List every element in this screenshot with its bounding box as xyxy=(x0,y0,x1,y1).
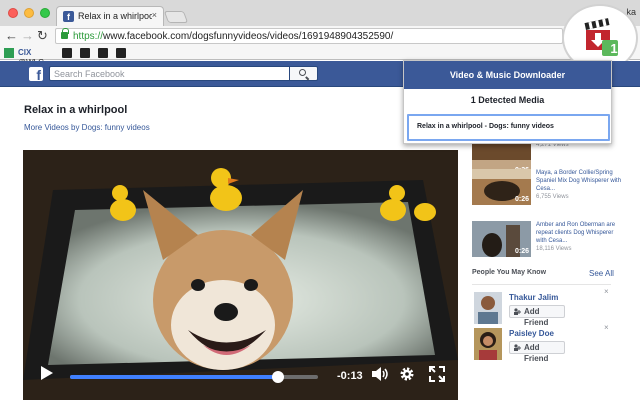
lock-icon xyxy=(61,28,69,39)
dismiss-icon[interactable]: × xyxy=(604,323,609,332)
browser-tabstrip: f Relax in a whirlpool - Dogs × ka xyxy=(0,0,640,26)
downloader-popup: Video & Music Downloader 1 Detected Medi… xyxy=(403,60,612,144)
video-duration: 0:26 xyxy=(514,248,529,255)
bookmark-icon[interactable] xyxy=(80,48,90,58)
add-friend-icon xyxy=(514,308,521,315)
search-icon xyxy=(299,69,306,76)
forward-arrow-icon[interactable]: → xyxy=(21,29,34,43)
gear-icon[interactable] xyxy=(399,366,415,382)
play-icon[interactable] xyxy=(41,366,53,380)
person-suggestion: Paisley Doe Add Friend × xyxy=(474,323,614,363)
person-name[interactable]: Thakur Jalim xyxy=(509,293,558,302)
progress-handle[interactable] xyxy=(272,371,285,383)
video-title[interactable]: Amber and Ron Oberman are repeat clients… xyxy=(536,221,622,245)
time-remaining: -0:13 xyxy=(337,370,363,382)
bookmark-icon[interactable] xyxy=(98,48,108,58)
new-tab-button[interactable] xyxy=(163,11,189,23)
dismiss-icon[interactable]: × xyxy=(604,287,609,296)
add-friend-button[interactable]: Add Friend xyxy=(509,305,565,327)
progress-bar[interactable] xyxy=(70,371,318,383)
bookmark-cix[interactable]: CIX @WLC xyxy=(18,48,58,67)
related-video[interactable]: 0:26 Amber and Ron Oberman are repeat cl… xyxy=(472,221,622,259)
related-video-thumbnail[interactable]: 0:26 xyxy=(472,169,531,205)
add-friend-icon xyxy=(514,344,521,351)
avatar[interactable] xyxy=(474,292,502,324)
maximize-window-button[interactable] xyxy=(40,8,50,18)
bookmark-icon[interactable] xyxy=(116,48,126,58)
fullscreen-icon[interactable] xyxy=(429,366,445,382)
search-button[interactable] xyxy=(290,66,318,81)
related-video-thumbnail[interactable]: 0:26 xyxy=(472,221,531,257)
person-name[interactable]: Paisley Doe xyxy=(509,329,554,338)
video-duration: 0:26 xyxy=(514,196,529,203)
minimize-window-button[interactable] xyxy=(24,8,34,18)
volume-icon[interactable] xyxy=(372,367,390,381)
add-friend-label: Add Friend xyxy=(524,307,549,327)
see-all-link[interactable]: See All xyxy=(589,269,614,278)
browser-tab[interactable]: f Relax in a whirlpool - Dogs × xyxy=(56,6,164,26)
search-input[interactable]: Search Facebook xyxy=(49,66,290,81)
facebook-favicon-icon: f xyxy=(63,11,74,22)
progress-fill xyxy=(70,375,279,379)
person-suggestion: Thakur Jalim Add Friend × xyxy=(474,287,614,327)
tab-close-icon[interactable]: × xyxy=(152,10,157,20)
detected-media-count: 1 Detected Media xyxy=(470,95,545,105)
avatar[interactable] xyxy=(474,328,502,360)
badge-count: 1 xyxy=(610,41,618,56)
popup-title: Video & Music Downloader xyxy=(404,61,611,89)
people-you-may-know-heading: People You May Know xyxy=(472,269,547,276)
video-controls: -0:13 xyxy=(23,358,458,388)
avatar-image xyxy=(474,292,502,324)
tab-title: Relax in a whirlpool - Dogs xyxy=(78,11,152,21)
related-video[interactable]: 0:26 Maya, a Border Collie/Spring Spanie… xyxy=(472,169,622,207)
video-views: 6,755 Views xyxy=(536,194,569,200)
more-videos-link[interactable]: More Videos by Dogs: funny videos xyxy=(24,123,150,132)
reload-icon[interactable]: ↻ xyxy=(37,29,48,43)
post-title: Relax in a whirlpool xyxy=(24,104,128,116)
facebook-logo[interactable]: f xyxy=(29,67,43,83)
divider xyxy=(472,284,611,285)
video-views: 18,116 Views xyxy=(536,246,572,252)
avatar-image xyxy=(474,328,502,360)
back-arrow-icon[interactable]: ← xyxy=(5,29,18,43)
browser-toolbar: ← → ↻ https://www.facebook.com/dogsfunny… xyxy=(0,26,640,66)
apps-grid-icon[interactable] xyxy=(4,48,14,58)
bookmarks-bar: CIX @WLC xyxy=(0,46,640,67)
address-bar[interactable]: https://www.facebook.com/dogsfunnyvideos… xyxy=(55,28,563,44)
video-title[interactable]: Maya, a Border Collie/Spring Spaniel Mix… xyxy=(536,169,622,193)
close-window-button[interactable] xyxy=(8,8,18,18)
detected-media-item[interactable]: Relax in a whirlpool - Dogs: funny video… xyxy=(407,114,610,141)
add-friend-label: Add Friend xyxy=(524,343,549,363)
bookmark-star-icon[interactable] xyxy=(62,48,72,58)
add-friend-button[interactable]: Add Friend xyxy=(509,341,565,363)
url-text[interactable]: https://www.facebook.com/dogsfunnyvideos… xyxy=(73,31,393,42)
